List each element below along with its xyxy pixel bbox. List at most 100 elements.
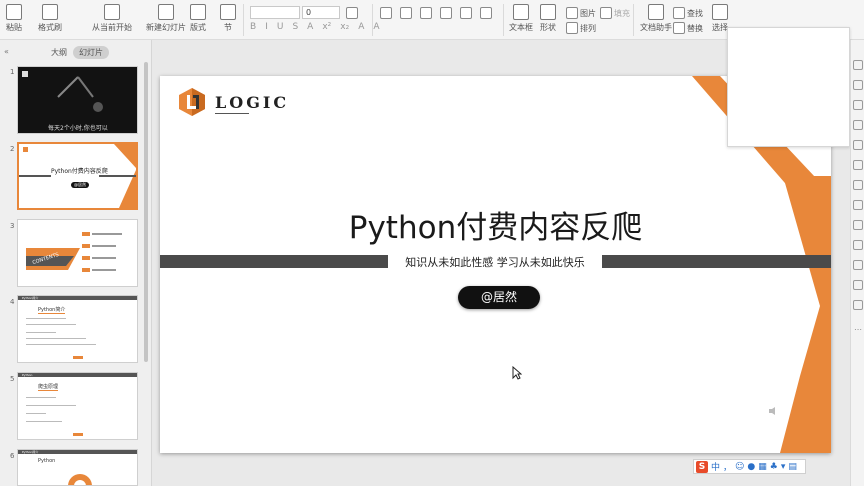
slide-thumbnail-1[interactable]: 每天2个小时,你也可以 [17,66,138,134]
box-icon[interactable] [853,180,863,190]
copy-icon[interactable] [853,100,863,110]
ime-punct[interactable]: ， [723,460,732,473]
select-label: 选择 [712,23,728,32]
slide-thumbnail-6[interactable]: Python简介 Python [17,449,138,486]
image-icon[interactable] [853,220,863,230]
paste-button[interactable]: 粘贴 [6,4,22,33]
layout-button[interactable]: 版式 [190,4,206,33]
thumb-lines [26,397,83,436]
tab-outline[interactable]: 大纲 [51,47,67,58]
find-button[interactable]: 查找 [673,7,703,19]
skin-icon[interactable]: ♣ [770,462,778,472]
logo-text: LOGIC [215,92,290,112]
bullets-icon [380,7,392,19]
collapse-icon[interactable]: « [4,47,9,56]
slide-thumbnail-panel: « 大纲 幻灯片 1 每天2个小时,你也可以 2 Python付费内容反爬 @居… [0,40,152,486]
assistant-icon [648,4,664,20]
picture-icon [566,7,578,19]
mic-icon[interactable]: ● [747,462,755,472]
replace-button[interactable]: 替换 [673,22,703,34]
font-size-field[interactable]: 0 [302,6,340,19]
more-icon[interactable]: ⋯ [854,325,862,334]
slide-thumbnail-3[interactable]: CONTENTS [17,219,138,287]
numbering-button[interactable] [400,7,412,19]
font-name-field[interactable] [250,6,300,19]
thumbnail-scrollbar[interactable] [144,62,148,362]
thumb-number: 1 [10,68,15,76]
new-slide-button[interactable]: 新建幻灯片 [146,4,186,33]
thumb-number: 5 [10,375,15,383]
new-slide-label: 新建幻灯片 [146,23,186,32]
thumb-number: 3 [10,222,15,230]
highlight-button[interactable]: A [358,22,364,32]
author-pill[interactable]: @居然 [458,286,540,309]
indent-icon [420,7,432,19]
ime-mode[interactable]: 中 [711,460,720,473]
italic-button[interactable]: I [265,22,268,32]
strikethrough-button[interactable]: S [292,22,298,32]
section-label: 节 [224,23,232,32]
superscript-button[interactable]: x² [322,22,331,32]
fill-icon [600,7,612,19]
share-icon[interactable] [853,200,863,210]
format-painter-button[interactable]: 格式刷 [38,4,62,33]
arrange-icon [566,22,578,34]
numbering-icon [400,7,412,19]
subscript-button[interactable]: x₂ [340,22,349,32]
slide-subtitle[interactable]: 知识从未如此性感 学习从未如此快乐 [388,254,602,270]
line-spacing-button[interactable] [460,7,472,19]
select-icon [712,4,728,20]
slide-thumbnail-2[interactable]: Python付费内容反爬 @居然 [17,142,138,210]
help-icon[interactable] [853,300,863,310]
font-color-button[interactable]: A [307,22,313,32]
doc-assistant-button[interactable]: 文档助手 [640,4,672,33]
section-button[interactable]: 节 [220,4,236,33]
slide-title[interactable]: Python付费内容反爬 [160,202,831,247]
arrange-button[interactable]: 排列 [566,22,596,34]
underline-button[interactable]: U [277,22,284,32]
thumb-number: 2 [10,145,15,153]
mouse-cursor-icon [512,366,522,380]
picture-button[interactable]: 图片 [566,7,596,19]
from-current-button[interactable]: 从当前开始 [92,4,132,33]
record-icon[interactable] [853,260,863,270]
logic-hexagon-icon [179,88,205,116]
logo-underline [215,113,249,114]
settings-sliders-icon[interactable] [853,120,863,130]
indent-button[interactable] [420,7,432,19]
tab-slides[interactable]: 幻灯片 [73,46,109,59]
shapes-icon[interactable] [853,80,863,90]
new-slide-icon [158,4,174,20]
history-icon[interactable] [853,280,863,290]
shirt-icon[interactable]: ▾ [781,462,786,472]
transition-icon[interactable] [853,140,863,150]
sound-icon[interactable] [853,240,863,250]
table-icon [440,7,452,19]
columns-button[interactable] [480,7,492,19]
shape-label: 形状 [540,23,556,32]
clear-format-button[interactable]: A [373,22,379,32]
right-dark-band [602,255,831,268]
grid-icon[interactable]: ▤ [788,462,797,472]
textbox-button[interactable]: 文本框 [509,4,533,33]
sogou-logo-icon[interactable]: S [696,460,708,473]
slide-thumbnail-4[interactable]: Python简介 Python简介 [17,295,138,363]
bold-button[interactable]: B [250,22,256,32]
pin-icon[interactable] [853,60,863,70]
table-button[interactable] [440,7,452,19]
bullets-button[interactable] [380,7,392,19]
select-button[interactable]: 选择 [712,4,728,33]
brush-icon [42,4,58,20]
speaker-icon [769,407,775,415]
emoji-icon[interactable]: ☺ [735,462,744,472]
keyboard-icon[interactable]: ▦ [758,462,767,472]
columns-icon [480,7,492,19]
fill-button[interactable]: 填充 [600,7,630,19]
slide-thumbnail-5[interactable]: Python 爬虫原理 [17,372,138,440]
shape-button[interactable]: 形状 [540,4,556,33]
play-icon [104,4,120,20]
star-icon[interactable] [853,160,863,170]
grow-font-button[interactable] [346,7,358,19]
doc-assistant-label: 文档助手 [640,23,672,32]
layout-label: 版式 [190,23,206,32]
